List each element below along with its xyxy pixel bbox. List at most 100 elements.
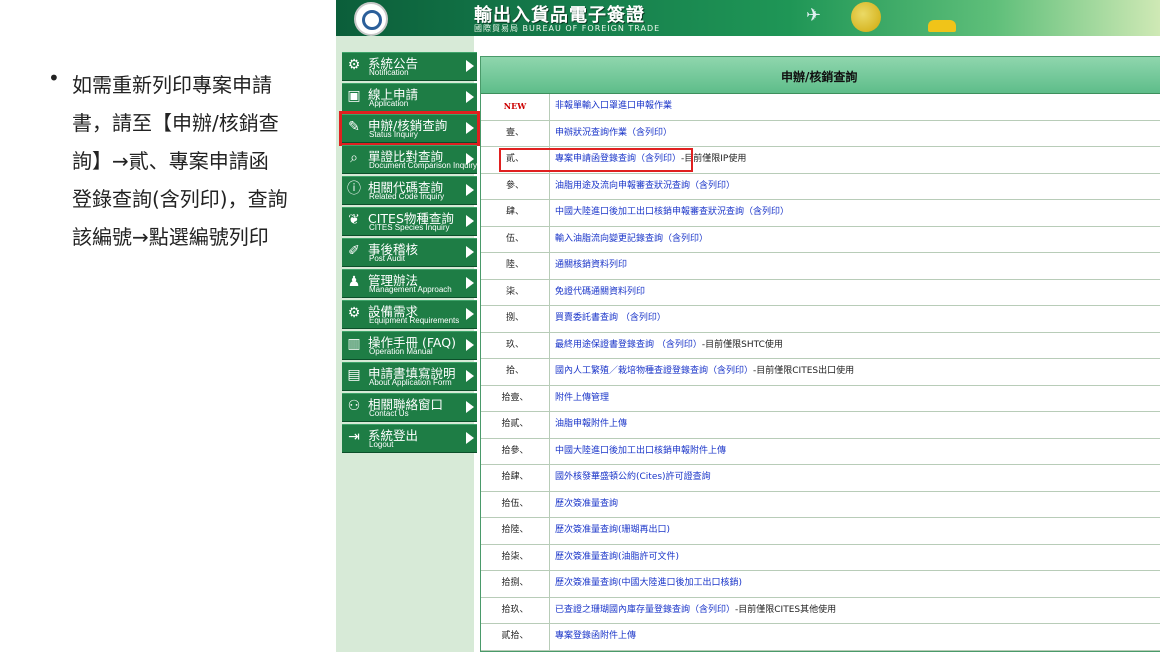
chevron-right-icon: [466, 184, 474, 196]
sidebar-item-sublabel: Operation Manual: [369, 347, 433, 356]
row-number: 拾參、: [481, 438, 550, 464]
row-content: 附件上傳管理: [555, 386, 609, 412]
table-row: 拾玖、 已查證之珊瑚國內庫存量登錄查詢（含列印）-目前僅限CITES其他使用: [481, 597, 1160, 624]
header-banner: 輸出入貨品電子簽證 國際貿易局 BUREAU OF FOREIGN TRADE …: [336, 0, 1160, 36]
inquiry-link[interactable]: 專案登錄函附件上傳: [555, 631, 636, 641]
sidebar-item-sublabel: CITES Species Inquiry: [369, 223, 450, 232]
speaker-icon: ⚙: [347, 57, 361, 73]
sidebar-item[interactable]: ♟ 管理辦法 Management Approach: [342, 269, 477, 298]
sidebar-item[interactable]: ⓘ 相關代碼查詢 Related Code Inquiry: [342, 176, 477, 205]
inquiry-link[interactable]: 國內人工繁殖／栽培物種查證登錄查詢（含列印）: [555, 366, 753, 376]
row-content: 免證代碼通關資料列印: [555, 280, 645, 306]
inquiry-link[interactable]: 通關核銷資料列印: [555, 260, 627, 270]
table-row: 陸、 通關核銷資料列印: [481, 253, 1160, 280]
row-content: 買賣委託書查詢 （含列印）: [555, 306, 666, 332]
table-row: 壹、 申辦狀況查詢作業（含列印）: [481, 120, 1160, 147]
row-content: 通關核銷資料列印: [555, 253, 627, 279]
slide-bullet-text: • 如需重新列印專案申請 書，請至【申辦/核銷查 詢】→貳、專案申請函 登錄查詢…: [48, 66, 333, 256]
chevron-right-icon: [466, 432, 474, 444]
inquiry-link[interactable]: 中國大陸進口後加工出口核銷申報審查狀況查詢（含列印）: [555, 207, 789, 217]
row-number: 拾壹、: [481, 385, 550, 411]
table-row: 拾肆、 國外核發華盛頓公約(Cites)許可證查詢: [481, 465, 1160, 492]
inquiry-link[interactable]: 國外核發華盛頓公約(Cites)許可證查詢: [555, 472, 711, 482]
sidebar-item[interactable]: ▤ 申請書填寫說明 About Application Form: [342, 362, 477, 391]
row-content: 輸入油脂流向變更記錄查詢（含列印）: [555, 227, 708, 253]
usage-note: -目前僅限CITES出口使用: [753, 366, 855, 376]
chevron-right-icon: [466, 401, 474, 413]
inquiry-link[interactable]: 油脂用途及流向申報審查狀況查詢（含列印）: [555, 181, 735, 191]
airplane-icon: ✈: [806, 5, 822, 26]
panel-header: 申辦/核銷查詢: [481, 57, 1160, 94]
app-screenshot: 輸出入貨品電子簽證 國際貿易局 BUREAU OF FOREIGN TRADE …: [336, 0, 1160, 652]
chevron-right-icon: [466, 122, 474, 134]
inquiry-link[interactable]: 已查證之珊瑚國內庫存量登錄查詢（含列印）: [555, 605, 735, 615]
inquiry-link[interactable]: 免證代碼通關資料列印: [555, 287, 645, 297]
table-row: 拾、 國內人工繁殖／栽培物種查證登錄查詢（含列印）-目前僅限CITES出口使用: [481, 359, 1160, 386]
sidebar-item[interactable]: ✐ 事後稽核 Post Audit: [342, 238, 477, 267]
inquiry-link[interactable]: 最終用途保證書登錄查詢 （含列印）: [555, 340, 702, 350]
table-row: 拾陸、 歷次簽准量查詢(珊瑚再出口): [481, 518, 1160, 545]
sidebar: ⚙ 系統公告 Notification ▣ 線上申請 Application ✎ 申辦/核銷查…: [336, 36, 480, 652]
chevron-right-icon: [466, 91, 474, 103]
sidebar-item[interactable]: ⚙ 系統公告 Notification: [342, 52, 477, 81]
inquiry-link[interactable]: 申辦狀況查詢作業（含列印）: [555, 128, 672, 138]
inquiry-link[interactable]: 輸入油脂流向變更記錄查詢（含列印）: [555, 234, 708, 244]
sidebar-item-sublabel: Contact Us: [369, 409, 409, 418]
row-content: 國外核發華盛頓公約(Cites)許可證查詢: [555, 465, 711, 491]
inquiry-link[interactable]: 歷次簽准量查詢: [555, 499, 618, 509]
document-edit-icon: ✎: [348, 119, 360, 135]
sidebar-item-sublabel: Status Inquiry: [369, 130, 418, 139]
sidebar-item[interactable]: ⚙ 設備需求 Equipment Requirements: [342, 300, 477, 329]
instruction-line: 登錄查詢(含列印)，查詢: [72, 187, 288, 211]
table-row: NEW 非報單輸入口罩進口申報作業: [481, 94, 1160, 121]
row-content: 歷次簽准量查詢(中國大陸進口後加工出口核銷): [555, 571, 742, 597]
table-row: 拾伍、 歷次簽准量查詢: [481, 491, 1160, 518]
chevron-right-icon: [466, 308, 474, 320]
row-number: 肆、: [481, 200, 550, 226]
sidebar-item[interactable]: ⇥ 系統登出 Logout: [342, 424, 477, 453]
inquiry-link[interactable]: 中國大陸進口後加工出口核銷申報附件上傳: [555, 446, 726, 456]
sidebar-item[interactable]: ✎ 申辦/核銷查詢 Status Inquiry: [339, 111, 480, 146]
magnifier-icon: ⌕: [350, 150, 358, 166]
instruction-line: 該編號→點選編號列印: [72, 225, 269, 249]
row-number: 拾肆、: [481, 465, 550, 491]
inquiry-link[interactable]: 歷次簽准量查詢(中國大陸進口後加工出口核銷): [555, 578, 742, 588]
row-number: 貳拾、: [481, 624, 550, 650]
form-icon: ▤: [347, 367, 361, 383]
sidebar-item[interactable]: ▣ 線上申請 Application: [342, 83, 477, 112]
row-number: 陸、: [481, 253, 550, 279]
leaf-icon: ❦: [348, 212, 360, 228]
row-number: 拾、: [481, 359, 550, 385]
instruction-line: 書，請至【申辦/核銷查: [72, 111, 279, 135]
inquiry-link[interactable]: 歷次簽准量查詢(油脂許可文件): [555, 552, 679, 562]
chevron-right-icon: [466, 246, 474, 258]
inquiry-link[interactable]: 油脂申報附件上傳: [555, 419, 627, 429]
inquiry-panel: 申辦/核銷查詢 NEW 非報單輸入口罩進口申報作業 壹、 申辦狀況查詢作業（含列印） 貳…: [480, 56, 1160, 652]
logout-icon: ⇥: [348, 429, 360, 445]
table-row: 伍、 輸入油脂流向變更記錄查詢（含列印）: [481, 226, 1160, 253]
row-content: 歷次簽准量查詢(珊瑚再出口): [555, 518, 670, 544]
inquiry-link[interactable]: 買賣委託書查詢 （含列印）: [555, 313, 666, 323]
row-number: 壹、: [481, 120, 550, 146]
sidebar-item-sublabel: About Application Form: [369, 378, 452, 387]
sidebar-item[interactable]: ⚇ 相關聯絡窗口 Contact Us: [342, 393, 477, 422]
highlight-box: [499, 148, 693, 172]
table-row: 拾參、 中國大陸進口後加工出口核銷申報附件上傳: [481, 438, 1160, 465]
inquiry-link[interactable]: 非報單輸入口罩進口申報作業: [555, 101, 672, 111]
chevron-right-icon: [466, 277, 474, 289]
sidebar-item-sublabel: Logout: [369, 440, 394, 449]
sidebar-item[interactable]: ⌕ 單證比對查詢 Document Comparison Inquiry: [342, 145, 477, 174]
row-content: 中國大陸進口後加工出口核銷申報審查狀況查詢（含列印）: [555, 200, 789, 226]
sidebar-item-sublabel: Application: [369, 99, 409, 108]
table-row: 參、 油脂用途及流向申報審查狀況查詢（含列印）: [481, 173, 1160, 200]
row-content: 歷次簽准量查詢: [555, 492, 618, 518]
sidebar-item[interactable]: ▥ 操作手冊 (FAQ) Operation Manual: [342, 331, 477, 360]
sidebar-item[interactable]: ❦ CITES物種查詢 CITES Species Inquiry: [342, 207, 477, 236]
instruction-line: 詢】→貳、專案申請函: [72, 149, 269, 173]
inquiry-list: NEW 非報單輸入口罩進口申報作業 壹、 申辦狀況查詢作業（含列印） 貳、 專案申請函登錄…: [481, 94, 1160, 651]
inquiry-link[interactable]: 歷次簽准量查詢(珊瑚再出口): [555, 525, 670, 535]
chevron-right-icon: [466, 339, 474, 351]
sidebar-item-sublabel: Notification: [369, 68, 409, 77]
car-icon: [928, 20, 956, 32]
inquiry-link[interactable]: 附件上傳管理: [555, 393, 609, 403]
